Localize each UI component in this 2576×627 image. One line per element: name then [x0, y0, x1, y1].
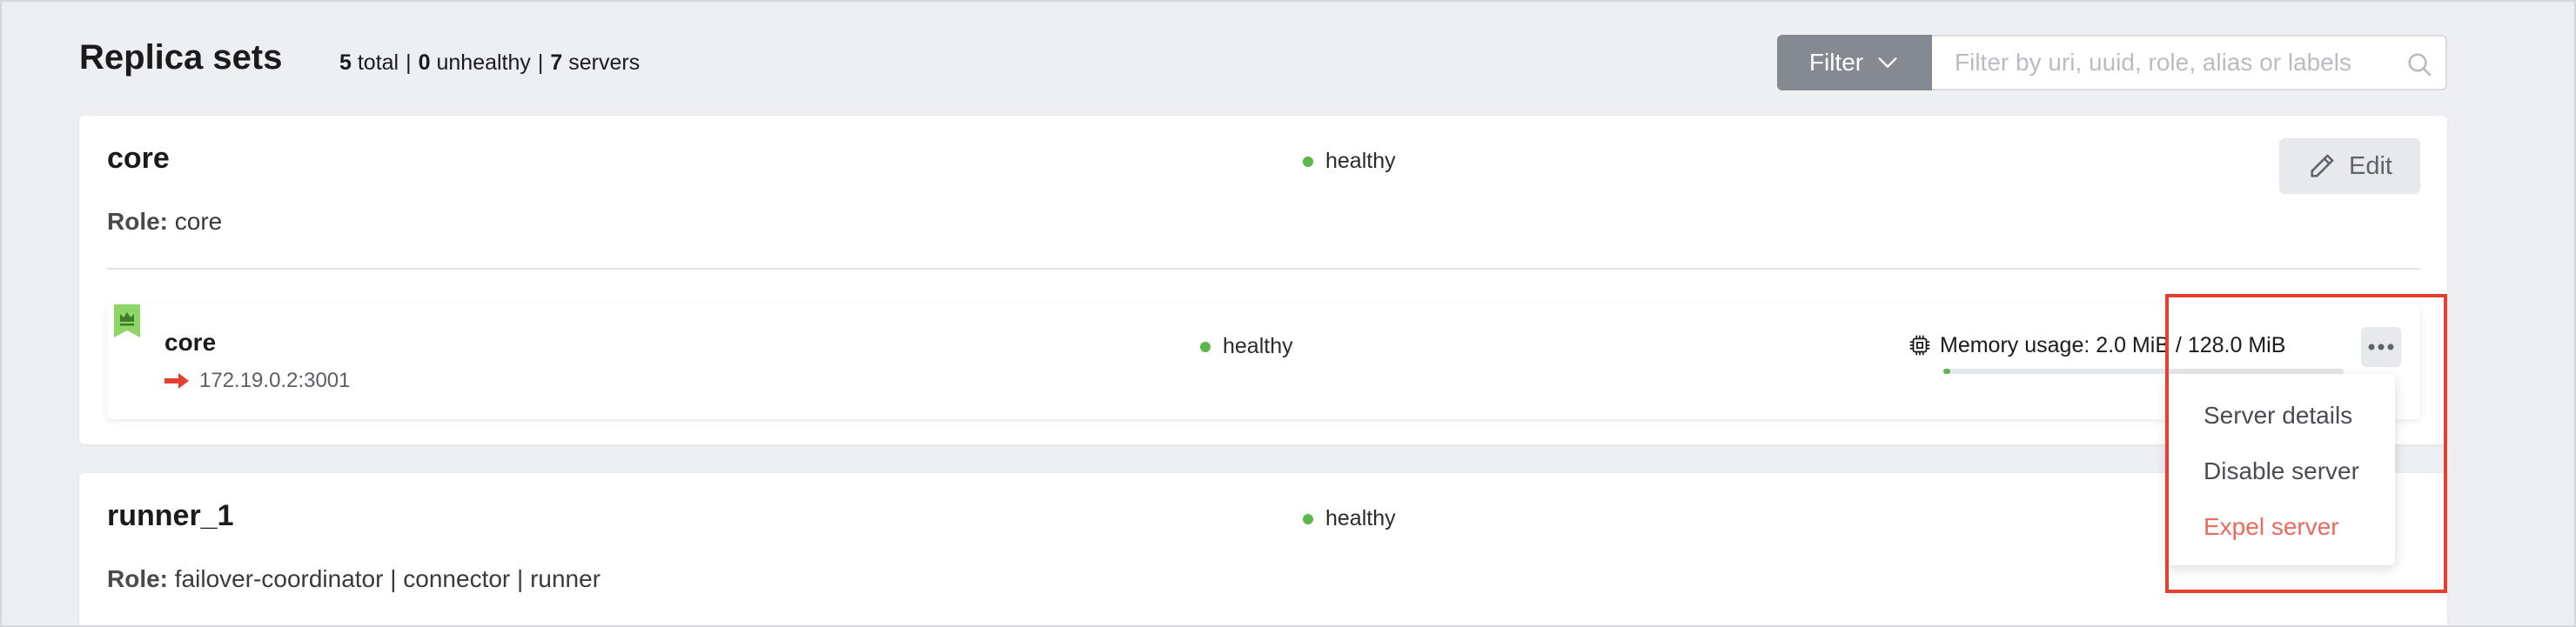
replica-sets-page: Replica sets 5 total | 0 unhealthy | 7 s… [0, 0, 2576, 627]
unhealthy-count: 0 [418, 50, 431, 75]
memory-usage: Memory usage: 2.0 MiB / 128.0 MiB [1907, 332, 2285, 358]
menu-item-server-details[interactable]: Server details [2167, 388, 2395, 444]
crown-icon [114, 304, 140, 337]
role-value: failover-coordinator | connector | runne… [174, 565, 601, 592]
status-text: healthy [1325, 506, 1396, 530]
status-dot [1200, 341, 1211, 352]
search-input[interactable] [1932, 38, 2385, 87]
server-actions-menu: Server details Disable server Expel serv… [2167, 374, 2395, 565]
status-text: healthy [1325, 149, 1396, 173]
servers-label: servers [568, 50, 641, 75]
replica-set-status: healthy [1303, 149, 1396, 174]
search-field[interactable] [1932, 35, 2447, 90]
role-value: core [174, 208, 223, 235]
role-label: Role: [107, 565, 168, 592]
pencil-icon [2311, 154, 2334, 177]
more-horizontal-icon [2368, 344, 2394, 350]
role-label: Role: [107, 208, 168, 235]
edit-replica-set-button[interactable]: Edit [2279, 138, 2420, 194]
replica-set-roles: Role: core [107, 208, 222, 236]
replica-set-card-core: core healthy Role: core Edit core 172.19… [79, 116, 2447, 444]
server-row-core[interactable]: core 172.19.0.2:3001 healthy Memory usag… [107, 304, 2420, 419]
replica-set-name: core [107, 142, 170, 175]
filter-label: Filter [1808, 49, 1864, 76]
replica-set-card-runner-1: runner_1 healthy Role: failover-coordina… [79, 473, 2447, 625]
unhealthy-label: unhealthy [436, 50, 531, 75]
total-count: 5 [339, 50, 352, 75]
chip-icon [1909, 335, 1930, 356]
arrow-right-icon [164, 373, 189, 389]
cluster-summary: 5 total | 0 unhealthy | 7 servers [339, 50, 640, 76]
page-title: Replica sets [79, 38, 283, 77]
server-status: healthy [1200, 334, 1293, 359]
status-dot [1303, 513, 1313, 524]
divider [107, 268, 2420, 270]
status-text: healthy [1223, 334, 1293, 358]
search-icon[interactable] [2405, 50, 2433, 78]
chevron-down-icon [1878, 57, 1897, 68]
replica-set-roles: Role: failover-coordinator | connector |… [107, 565, 600, 593]
server-uri-text: 172.19.0.2:3001 [199, 369, 351, 392]
replica-set-name: runner_1 [107, 499, 234, 532]
edit-label: Edit [2349, 151, 2392, 180]
summary-separator: | [537, 50, 544, 75]
servers-count: 7 [550, 50, 563, 75]
summary-separator: | [406, 50, 412, 75]
total-label: total [357, 50, 399, 75]
server-actions-button[interactable] [2361, 327, 2401, 367]
menu-item-expel-server[interactable]: Expel server [2167, 499, 2395, 555]
server-uri: 172.19.0.2:3001 [163, 369, 351, 393]
replica-set-status: healthy [1303, 506, 1396, 531]
memory-usage-text: Memory usage: 2.0 MiB / 128.0 MiB [1940, 332, 2286, 357]
server-name[interactable]: core [164, 329, 216, 357]
filter-dropdown-button[interactable]: Filter [1777, 35, 1932, 90]
status-dot [1303, 156, 1313, 167]
menu-item-disable-server[interactable]: Disable server [2167, 444, 2395, 499]
memory-usage-bar-fill [1943, 369, 1951, 374]
